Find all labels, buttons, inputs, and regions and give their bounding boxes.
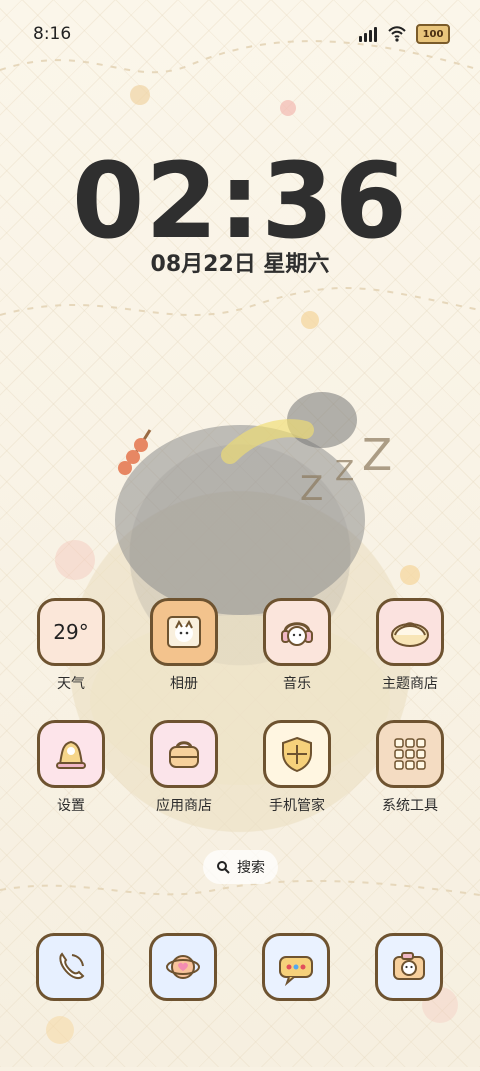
clock-date: 08月22日 星期六 — [150, 252, 330, 277]
app-label: 音乐 — [283, 676, 311, 692]
battery-icon: 100 — [416, 24, 450, 44]
app-grid-icon — [394, 738, 426, 770]
dock-camera[interactable] — [375, 933, 443, 1001]
app-label: 手机管家 — [269, 798, 325, 814]
camera-icon — [393, 952, 425, 980]
search-icon — [217, 861, 230, 874]
settings-icon — [37, 720, 105, 788]
clock-time: 02:36 — [71, 140, 409, 262]
status-icons: 100 — [358, 24, 450, 44]
dock-messages[interactable] — [262, 933, 330, 1001]
weather-icon: 29° — [37, 598, 105, 666]
app-weather[interactable]: 29° 天气 — [21, 598, 121, 693]
app-label: 主题商店 — [382, 676, 438, 692]
svg-text:Z: Z — [300, 469, 323, 509]
headphone-cat-icon — [281, 622, 313, 646]
shield-icon — [282, 736, 312, 773]
app-label: 系统工具 — [382, 798, 438, 814]
phone-icon — [59, 952, 85, 980]
cat-photo-icon — [167, 616, 201, 648]
phone-manager-icon — [263, 720, 331, 788]
app-phone-manager[interactable]: 手机管家 — [247, 720, 347, 815]
signal-icon — [359, 27, 377, 42]
app-theme-store[interactable]: 主题商店 — [360, 598, 460, 693]
svg-text:Z: Z — [335, 454, 354, 487]
theme-store-icon — [376, 598, 444, 666]
svg-text:Z: Z — [362, 430, 392, 481]
app-gallery[interactable]: 相册 — [134, 598, 234, 693]
shopping-bag-icon — [169, 741, 199, 768]
status-bar: 8:16 100 — [0, 0, 480, 68]
app-label: 相册 — [170, 676, 198, 692]
dock-phone[interactable] — [36, 933, 104, 1001]
bell-icon — [56, 740, 86, 769]
app-music[interactable]: 音乐 — [247, 598, 347, 693]
messages-icon — [279, 956, 313, 987]
app-store-icon — [150, 720, 218, 788]
app-system-tools[interactable]: 系统工具 — [360, 720, 460, 815]
dock-browser[interactable] — [149, 933, 217, 1001]
browser-icon — [166, 955, 200, 979]
app-settings[interactable]: 设置 — [21, 720, 121, 815]
app-label: 天气 — [57, 676, 85, 692]
search-button[interactable]: 搜索 — [203, 850, 278, 884]
battery-level: 100 — [422, 28, 444, 40]
app-label: 设置 — [57, 798, 85, 814]
music-icon — [263, 598, 331, 666]
wifi-icon — [388, 26, 406, 42]
search-label: 搜索 — [237, 860, 265, 876]
system-tools-icon — [376, 720, 444, 788]
status-time: 8:16 — [33, 24, 72, 44]
weather-icon-text: 29° — [53, 620, 89, 644]
app-label: 应用商店 — [156, 798, 212, 814]
app-app-store[interactable]: 应用商店 — [134, 720, 234, 815]
bun-icon — [391, 622, 429, 647]
gallery-icon — [150, 598, 218, 666]
